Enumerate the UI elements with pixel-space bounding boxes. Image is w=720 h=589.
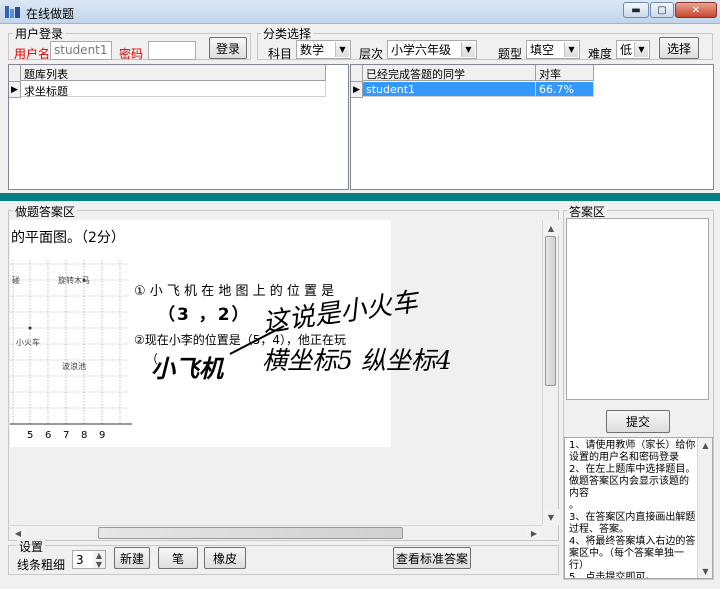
chevron-down-icon[interactable]: ▼ xyxy=(335,42,349,57)
x-tick: 8 xyxy=(81,430,88,441)
login-group-label: 用户登录 xyxy=(13,25,66,42)
ink-line-2: 小飞机 xyxy=(151,354,223,383)
ink-line-3: 横坐标5 纵坐标4 xyxy=(262,346,452,375)
level-value: 小学六年级 xyxy=(391,43,452,57)
x-tick: 6 xyxy=(45,430,52,441)
map-label-top: 旋转木马 xyxy=(58,276,90,285)
question-image: 的平面图。（2分） 碰 旋转木马 小火车 波浪池 5 6 7 8 9 ① 小 飞… xyxy=(10,220,391,447)
splitter-bar[interactable] xyxy=(0,193,720,201)
window-titlebar: 在线做题 ▬ ▢ ✕ xyxy=(0,0,720,24)
work-area-vscroll[interactable]: ▲ ▼ xyxy=(542,220,559,525)
minimize-icon: ▬ xyxy=(631,4,641,16)
spin-down-icon[interactable]: ▼ xyxy=(93,560,105,569)
line-width-value: 3 xyxy=(76,553,84,567)
row-pointer-icon: ▶ xyxy=(351,82,363,98)
minimize-button[interactable]: ▬ xyxy=(623,2,649,18)
settings-group-label: 设置 xyxy=(17,538,46,555)
scroll-up-icon[interactable]: ▲ xyxy=(698,438,712,452)
subject-value: 数学 xyxy=(300,43,325,57)
difficulty-select[interactable]: 低 ▼ xyxy=(616,40,650,59)
instructions-text: 1、请使用教师（家长）给你设置的用户名和密码登录 2、在左上题库中选择题目。做题… xyxy=(569,440,696,579)
maximize-icon: ▢ xyxy=(657,4,667,16)
new-button[interactable]: 新建 xyxy=(114,547,150,569)
answer-input[interactable] xyxy=(566,218,709,400)
level-select[interactable]: 小学六年级 ▼ xyxy=(387,40,477,59)
username-input[interactable]: student1 xyxy=(50,41,112,60)
completed-header-name[interactable]: 已经完成答题的同学 xyxy=(363,65,536,81)
difficulty-label: 难度 xyxy=(588,47,613,61)
type-value: 填空 xyxy=(530,43,555,57)
work-area-group-label: 做题答案区 xyxy=(13,203,78,220)
difficulty-value: 低 xyxy=(620,43,633,57)
completed-header-rate[interactable]: 对率 xyxy=(536,65,594,81)
instructions-panel: 1、请使用教师（家长）给你设置的用户名和密码登录 2、在左上题库中选择题目。做题… xyxy=(564,437,713,579)
x-tick: 5 xyxy=(27,430,34,441)
username-label: 用户名 xyxy=(14,47,51,61)
question-bank-header[interactable]: 题库列表 xyxy=(21,65,326,81)
app-icon xyxy=(5,6,20,18)
instructions-vscroll[interactable]: ▲ ▼ xyxy=(697,438,712,578)
map-label-mid: 波浪池 xyxy=(62,362,86,371)
work-area-hscroll[interactable]: ◀ ▶ xyxy=(10,525,542,540)
close-button[interactable]: ✕ xyxy=(675,2,717,18)
chevron-down-icon[interactable]: ▼ xyxy=(564,42,578,57)
scroll-right-icon[interactable]: ▶ xyxy=(526,526,542,540)
x-tick: 7 xyxy=(63,430,70,441)
type-label: 题型 xyxy=(498,47,523,61)
password-input[interactable] xyxy=(148,41,196,60)
chevron-down-icon[interactable]: ▼ xyxy=(634,42,648,57)
password-label: 密码 xyxy=(119,47,144,61)
map-label-left: 小火车 xyxy=(16,338,40,347)
x-tick: 9 xyxy=(99,430,106,441)
scroll-down-icon[interactable]: ▼ xyxy=(698,564,712,578)
completed-students-grid: 已经完成答题的同学 对率 ▶ student1 66.7% xyxy=(350,64,714,190)
eraser-button[interactable]: 橡皮 xyxy=(204,547,246,569)
subject-select[interactable]: 数学 ▼ xyxy=(296,40,351,59)
question-line1: 的平面图。（2分） xyxy=(11,230,125,246)
login-button[interactable]: 登录 xyxy=(209,37,247,59)
vscroll-thumb[interactable] xyxy=(545,236,556,386)
view-answer-button[interactable]: 查看标准答案 xyxy=(393,547,471,569)
chevron-down-icon[interactable]: ▼ xyxy=(461,42,475,57)
submit-button[interactable]: 提交 xyxy=(606,410,670,433)
window-title: 在线做题 xyxy=(26,7,75,21)
type-select[interactable]: 填空 ▼ xyxy=(526,40,580,59)
select-button[interactable]: 选择 xyxy=(659,37,699,59)
scroll-up-icon[interactable]: ▲ xyxy=(543,220,559,236)
close-icon: ✕ xyxy=(691,4,701,16)
subject-label: 科目 xyxy=(268,47,293,61)
completed-row-rate[interactable]: 66.7% xyxy=(536,82,594,97)
completed-row-name[interactable]: student1 xyxy=(363,82,536,97)
line-width-spinner[interactable]: 3 ▲ ▼ xyxy=(72,550,106,569)
map-label-corner: 碰 xyxy=(12,276,20,285)
line-width-label: 线条粗细 xyxy=(17,558,66,572)
row-pointer-icon: ▶ xyxy=(9,82,21,98)
scroll-down-icon[interactable]: ▼ xyxy=(543,509,559,525)
pen-button[interactable]: 笔 xyxy=(158,547,198,569)
level-label: 层次 xyxy=(359,47,384,61)
ink-strikethrough xyxy=(229,325,285,355)
maximize-button[interactable]: ▢ xyxy=(650,2,674,18)
question-bank-row[interactable]: 求坐标题 xyxy=(21,82,326,98)
hscroll-thumb[interactable] xyxy=(98,527,403,539)
question-bank-grid: 题库列表 ▶ 求坐标题 xyxy=(8,64,349,190)
